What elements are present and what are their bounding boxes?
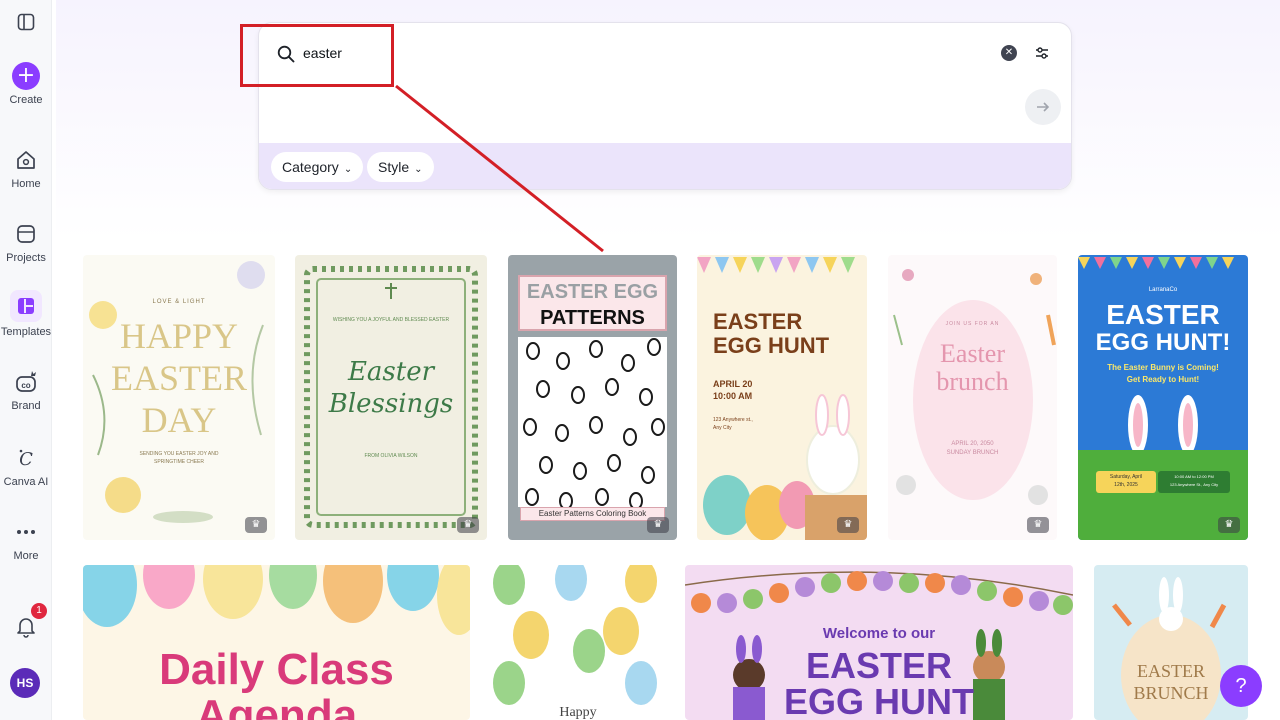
template-text: Easter	[347, 357, 435, 387]
template-text: SUNDAY BRUNCH	[946, 450, 999, 456]
template-text: 12th, 2025	[1114, 482, 1138, 488]
template-text: HAPPY	[119, 316, 239, 356]
crown-icon: ♛	[1218, 517, 1240, 533]
crown-icon: ♛	[245, 517, 267, 533]
template-text: Blessings	[328, 389, 454, 419]
template-text: LarranaCo	[1148, 287, 1178, 293]
template-text: Happy	[559, 705, 597, 720]
template-card[interactable]: EASTER EGG HUNT APRIL 20 10:00 AM 123 An…	[697, 255, 867, 540]
help-button[interactable]: ?	[1220, 665, 1262, 707]
crown-icon: ♛	[1027, 517, 1049, 533]
template-text: SENDING YOU EASTER JOY AND	[139, 451, 219, 457]
template-text: FROM OLIVIA WILSON	[364, 453, 418, 459]
watercolor-eggs	[493, 565, 657, 705]
template-text: PATTERNS	[540, 307, 645, 329]
template-card[interactable]: JOIN US FOR AN Easter brunch APRIL 20, 2…	[888, 255, 1057, 540]
crown-icon: ♛	[837, 517, 859, 533]
crown-icon: ♛	[457, 517, 479, 533]
template-card[interactable]: LOVE & LIGHT HAPPY EASTER DAY SENDING YO…	[83, 255, 275, 540]
template-card[interactable]: Welcome to our EASTER EGG HUNT	[685, 565, 1073, 720]
template-text: Daily Class	[159, 645, 394, 694]
template-text: EGG HUNT!	[1095, 329, 1231, 356]
template-card[interactable]: WISHING YOU A JOYFUL AND BLESSED EASTER …	[295, 255, 487, 540]
template-text: SPRINGTIME CHEER	[153, 459, 204, 465]
template-text: EGG HUNT	[713, 333, 830, 358]
template-card[interactable]: Daily Class Agenda	[83, 565, 470, 720]
template-text: APRIL 20	[713, 379, 753, 389]
template-text: brunch	[936, 367, 1009, 396]
template-card[interactable]: Happy	[491, 565, 665, 720]
template-text: EASTER	[110, 358, 247, 398]
oval-frame-decoration	[893, 269, 1056, 505]
egg-pattern	[518, 337, 667, 507]
template-text: Get Ready to Hunt!	[1126, 375, 1200, 384]
template-text: EASTER	[713, 309, 803, 334]
template-text: Welcome to our	[822, 625, 936, 642]
template-text: Agenda	[195, 691, 358, 720]
template-text: LOVE & LIGHT	[152, 299, 206, 305]
template-text: 123 Anywhere st.,	[713, 417, 753, 423]
template-text: APRIL 20, 2050	[951, 441, 994, 447]
template-text: EASTER EGG	[526, 281, 659, 303]
template-text: WISHING YOU A JOYFUL AND BLESSED EASTER	[332, 317, 450, 323]
template-text: JOIN US FOR AN	[945, 321, 1000, 327]
template-text: Any City	[713, 425, 732, 431]
template-text: DAY	[141, 400, 217, 440]
template-text: 10:00 AM	[713, 391, 753, 401]
template-text: EASTER	[1106, 299, 1220, 330]
template-text: 123 Anywhere St., Any City	[1169, 482, 1219, 487]
template-text: EGG HUNT	[783, 681, 974, 720]
template-card[interactable]: EASTER EGG PATTERNS Easter Patterns Colo…	[508, 255, 677, 540]
template-text: 10:00 AM to 12:00 PM	[1174, 474, 1214, 479]
template-card[interactable]: LarranaCo EASTER EGG HUNT! The Easter Bu…	[1078, 255, 1248, 540]
template-text: Saturday, April	[1109, 474, 1143, 480]
crown-icon: ♛	[647, 517, 669, 533]
template-text: Easter	[940, 339, 1005, 368]
meadow-decoration	[1078, 257, 1248, 540]
template-text: The Easter Bunny is Coming!	[1107, 363, 1219, 372]
